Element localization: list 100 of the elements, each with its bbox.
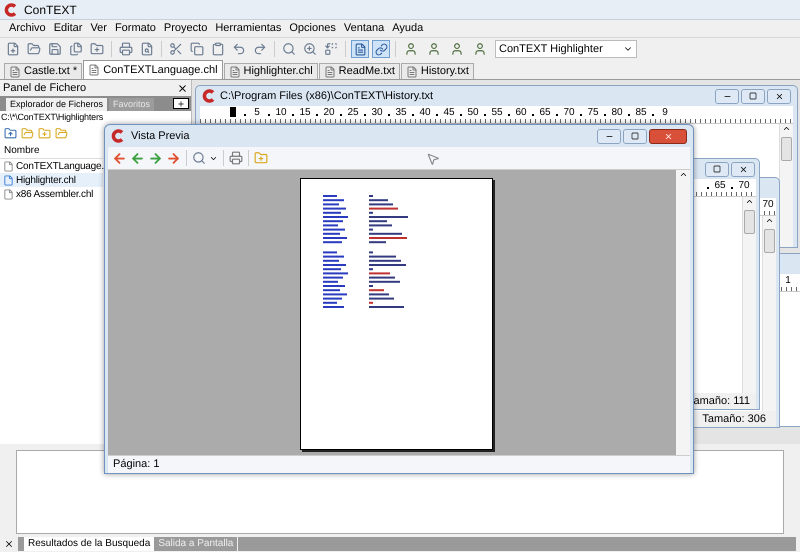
ruler-number: 15 [299, 107, 311, 118]
document-tab[interactable]: History.txt [400, 63, 474, 79]
file-item[interactable]: Highlighter.chl [0, 173, 103, 187]
folder-plus-icon [38, 126, 51, 140]
ruler-number: 10 [275, 107, 287, 118]
close-icon [4, 539, 14, 549]
ruler-number: 1 [784, 275, 792, 286]
vertical-scrollbar[interactable] [742, 197, 756, 393]
ruler-number: 75 [587, 107, 599, 118]
app-logo-icon [202, 89, 216, 103]
cut-icon [169, 42, 183, 56]
file-icon [3, 188, 14, 200]
link-icon [374, 42, 388, 56]
zoom-icon[interactable] [192, 151, 206, 165]
ruler-number: 45 [443, 107, 455, 118]
scroll-up-icon [782, 124, 791, 133]
replace-icon [324, 42, 338, 56]
vertical-scrollbar[interactable] [779, 124, 793, 247]
document-tab[interactable]: Castle.txt * [4, 63, 82, 79]
folder-icon[interactable] [254, 151, 268, 165]
toolbar-button[interactable] [322, 40, 340, 58]
menu-item[interactable]: Herramientas [212, 20, 284, 37]
close-button[interactable] [177, 82, 188, 94]
copy-icon [190, 42, 204, 56]
menu-item[interactable]: Ayuda [389, 20, 426, 37]
file-item[interactable]: ConTEXTLanguage. [0, 159, 103, 173]
maximize-button[interactable] [623, 128, 647, 144]
toolbar-button[interactable] [46, 40, 64, 58]
maximize-icon [631, 132, 639, 140]
ruler-number: 30 [371, 107, 383, 118]
scroll-thumb[interactable] [781, 137, 792, 161]
scroll-thumb[interactable] [744, 210, 755, 234]
folder-icon [55, 126, 68, 140]
scroll-up-icon[interactable] [678, 170, 688, 179]
toolbar-button[interactable] [67, 40, 85, 58]
document-tab[interactable]: ReadMe.txt [318, 63, 400, 79]
ruler-number: 5 [253, 107, 261, 118]
toolbar-button[interactable] [188, 40, 206, 58]
printer-icon[interactable] [229, 151, 243, 165]
menu-item[interactable]: Editar [50, 20, 86, 37]
document-icon [406, 66, 418, 78]
folder-plus-icon [90, 42, 104, 56]
ruler-number: 25 [347, 107, 359, 118]
close-icon [664, 132, 672, 140]
status-text: Página: 1 [113, 457, 160, 472]
document-icon [354, 42, 366, 56]
app-logo-icon [4, 2, 18, 16]
maximize-icon [713, 165, 721, 173]
document-icon [228, 66, 241, 78]
mouse-cursor-icon [426, 152, 440, 166]
toolbar-toggle-button[interactable] [372, 40, 390, 58]
open-folder-icon [27, 42, 41, 56]
menu-item[interactable]: Formato [112, 20, 159, 37]
panel-title: Panel de Fichero [3, 80, 86, 96]
close-button[interactable] [4, 539, 14, 549]
save-icon [48, 42, 62, 56]
search-icon [282, 42, 296, 56]
scroll-up-icon [745, 197, 754, 206]
menu-item[interactable]: Ver [87, 20, 110, 37]
highlighter-select[interactable]: ConTEXT Highlighter [495, 40, 637, 58]
toolbar-toggle-button[interactable] [351, 40, 369, 58]
ruler-number: 55 [491, 107, 503, 118]
document-tab[interactable]: ConTEXTLanguage.chl [83, 60, 223, 79]
panel-nav-button[interactable] [173, 98, 189, 109]
ruler-number: 50 [467, 107, 479, 118]
toolbar-button[interactable] [117, 40, 135, 58]
scroll-thumb[interactable] [764, 229, 775, 253]
undo-icon [232, 42, 246, 56]
file-item[interactable]: x86 Assembler.chl [0, 187, 103, 201]
toolbar-button[interactable] [301, 40, 319, 58]
new-file-icon [6, 42, 20, 56]
ruler-number: 70 [762, 199, 774, 210]
maximize-button[interactable] [705, 162, 729, 176]
path-label: C:\*\ConTEXT\Highlighters [0, 111, 103, 123]
maximize-icon [749, 92, 757, 100]
close-button[interactable] [649, 128, 687, 144]
menu-item[interactable]: Archivo [6, 20, 49, 37]
panel-tab[interactable]: Explorador de Ficheros [6, 98, 108, 111]
column-header[interactable]: Nombre [0, 143, 103, 159]
ruler-number: 9 [661, 107, 669, 118]
close-icon [177, 82, 188, 94]
scroll-up-icon [765, 216, 774, 225]
redo-icon [253, 42, 267, 56]
maximize-button[interactable] [741, 88, 765, 104]
menu-item[interactable]: Opciones [286, 20, 339, 37]
printer-icon [119, 42, 133, 56]
menu-item[interactable]: Ventana [340, 20, 388, 37]
ruler-number: 85 [635, 107, 647, 118]
status-text: Tamaño: 306 [702, 412, 766, 427]
next-page-arrow-icon[interactable] [148, 150, 163, 166]
user-icon [404, 42, 418, 56]
document-tab[interactable]: Highlighter.chl [224, 63, 318, 79]
last-page-arrow-icon[interactable] [166, 150, 181, 166]
menu-item[interactable]: Proyecto [160, 20, 210, 37]
toolbar-button[interactable] [280, 40, 298, 58]
output-tab[interactable]: Resultados de la Busqueda [24, 537, 154, 551]
files-icon [69, 42, 83, 56]
vertical-scrollbar[interactable] [762, 216, 776, 411]
close-icon [738, 164, 748, 174]
app-logo-icon [111, 129, 125, 143]
